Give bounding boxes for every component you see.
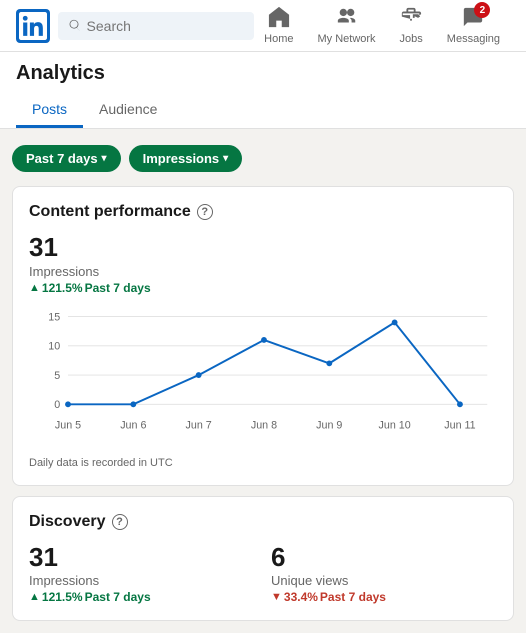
sub-header: Analytics Posts Audience [0, 52, 526, 129]
svg-text:10: 10 [48, 340, 60, 352]
impressions-label: Impressions [29, 264, 497, 279]
date-range-filter[interactable]: Past 7 days ▾ [12, 145, 121, 172]
date-range-label: Past 7 days [26, 151, 98, 166]
home-label: Home [264, 33, 293, 45]
content-performance-title: Content performance [29, 203, 191, 221]
messaging-icon-wrap: 2 [462, 6, 484, 31]
disc-uv-pct: 33.4% [284, 590, 318, 604]
svg-text:Jun 8: Jun 8 [251, 419, 277, 431]
disc-uv-period: Past 7 days [320, 590, 386, 604]
disc-imp-arrow: ▲ [29, 591, 40, 603]
nav-jobs[interactable]: Jobs [390, 2, 433, 49]
svg-text:0: 0 [54, 399, 60, 411]
discovery-impressions-value: 31 [29, 543, 255, 572]
my-network-icon-wrap [336, 6, 358, 31]
search-box[interactable] [58, 12, 254, 40]
impressions-arrow: ▲ [29, 282, 40, 294]
linkedin-logo [16, 9, 50, 43]
chart-area: 15 10 5 0 Jun 5 Jun 6 Jun 7 Jun 8 Jun 9 … [29, 305, 497, 453]
nav-my-network[interactable]: My Network [307, 2, 385, 49]
discovery-unique-views-value: 6 [271, 543, 497, 572]
impressions-change-period: Past 7 days [85, 281, 151, 295]
tabs: Posts Audience [16, 93, 510, 128]
home-icon-wrap [268, 6, 290, 31]
discovery-unique-views-label: Unique views [271, 573, 497, 588]
impressions-value: 31 [29, 233, 497, 262]
svg-text:15: 15 [48, 311, 60, 323]
tab-audience[interactable]: Audience [83, 93, 173, 128]
svg-text:Jun 5: Jun 5 [55, 419, 81, 431]
date-range-caret: ▾ [102, 153, 107, 164]
content-performance-card: Content performance ? 31 Impressions ▲ 1… [12, 186, 514, 486]
home-icon [268, 6, 290, 28]
impressions-chart: 15 10 5 0 Jun 5 Jun 6 Jun 7 Jun 8 Jun 9 … [29, 305, 497, 450]
metric-caret: ▾ [223, 153, 228, 164]
chart-note: Daily data is recorded in UTC [29, 457, 497, 469]
svg-text:Jun 6: Jun 6 [120, 419, 146, 431]
content-performance-help[interactable]: ? [197, 204, 213, 220]
jobs-label: Jobs [400, 33, 423, 45]
search-input[interactable] [87, 18, 245, 34]
filter-bar: Past 7 days ▾ Impressions ▾ [12, 141, 514, 176]
discovery-title-row: Discovery ? [29, 513, 497, 531]
nav-home[interactable]: Home [254, 2, 303, 49]
metric-filter[interactable]: Impressions ▾ [129, 145, 243, 172]
discovery-impressions: 31 Impressions ▲ 121.5% Past 7 days [29, 543, 255, 605]
main-content: Past 7 days ▾ Impressions ▾ Content perf… [0, 129, 526, 633]
impressions-change: ▲ 121.5% Past 7 days [29, 281, 497, 295]
svg-text:Jun 9: Jun 9 [316, 419, 342, 431]
messaging-label: Messaging [447, 33, 500, 45]
header: Home My Network Jobs [0, 0, 526, 52]
discovery-title: Discovery [29, 513, 106, 531]
svg-text:Jun 11: Jun 11 [444, 419, 475, 431]
svg-text:Jun 10: Jun 10 [379, 419, 411, 431]
discovery-impressions-change: ▲ 121.5% Past 7 days [29, 590, 255, 604]
jobs-icon-wrap [400, 6, 422, 31]
disc-imp-period: Past 7 days [85, 590, 151, 604]
svg-text:5: 5 [54, 370, 60, 382]
discovery-grid: 31 Impressions ▲ 121.5% Past 7 days 6 Un… [29, 543, 497, 605]
metric-label: Impressions [143, 151, 220, 166]
nav-messaging[interactable]: 2 Messaging [437, 2, 510, 49]
nav-icons: Home My Network Jobs [254, 2, 510, 49]
tab-posts[interactable]: Posts [16, 93, 83, 128]
discovery-unique-views: 6 Unique views ▼ 33.4% Past 7 days [271, 543, 497, 605]
card-title-row: Content performance ? [29, 203, 497, 221]
page-title: Analytics [16, 62, 510, 85]
disc-imp-pct: 121.5% [42, 590, 83, 604]
jobs-icon [400, 6, 422, 28]
discovery-unique-views-change: ▼ 33.4% Past 7 days [271, 590, 497, 604]
messaging-badge: 2 [474, 2, 490, 18]
disc-uv-arrow: ▼ [271, 591, 282, 603]
search-icon [68, 19, 81, 33]
discovery-help[interactable]: ? [112, 514, 128, 530]
discovery-impressions-label: Impressions [29, 573, 255, 588]
my-network-icon [336, 6, 358, 28]
impressions-change-value: 121.5% [42, 281, 83, 295]
discovery-card: Discovery ? 31 Impressions ▲ 121.5% Past… [12, 496, 514, 622]
my-network-label: My Network [317, 33, 375, 45]
svg-text:Jun 7: Jun 7 [186, 419, 212, 431]
